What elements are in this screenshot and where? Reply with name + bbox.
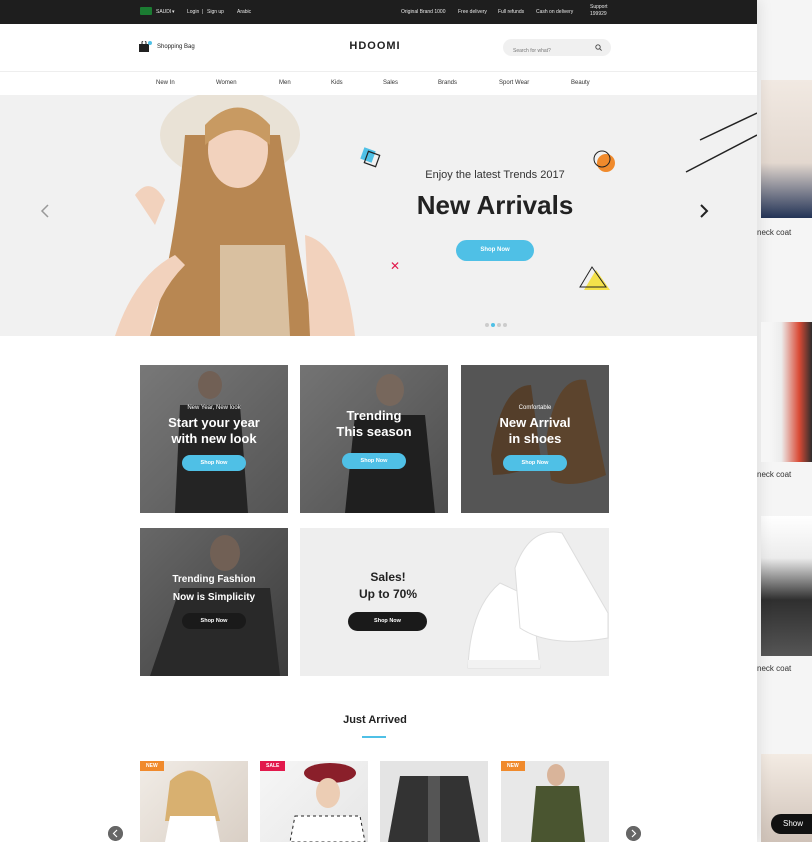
product-card[interactable]: NEW: [140, 761, 248, 842]
nav-item-sport-wear[interactable]: Sport Wear: [499, 80, 529, 86]
tile-heading-line2: with new look: [171, 431, 257, 446]
promo-tile-sales[interactable]: Sales! Up to 70% Shop Now: [300, 528, 609, 676]
chevron-right-icon[interactable]: [626, 826, 641, 841]
product-image: [761, 516, 812, 656]
search-icon[interactable]: [595, 44, 602, 51]
nav-item-new-in[interactable]: New In: [156, 80, 175, 86]
promo-tile-new-look[interactable]: New Year, New look Start your year with …: [140, 365, 288, 513]
tile-shop-now-button[interactable]: Shop Now: [182, 613, 246, 629]
product-image: [289, 763, 366, 842]
product-card[interactable]: [380, 761, 488, 842]
nav-item-sales[interactable]: Sales: [383, 80, 398, 86]
tile-heading-line2: This season: [336, 424, 412, 439]
sales-discount: Up to 70%: [358, 587, 417, 601]
svg-text:✕: ✕: [390, 259, 400, 273]
product-card[interactable]: SALE: [260, 761, 368, 842]
sales-shop-now-button[interactable]: Shop Now: [348, 612, 427, 631]
top-bar: SAUDI ▾ Login | Sign up Arabic Original …: [0, 0, 757, 24]
nav-item-brands[interactable]: Brands: [438, 80, 457, 86]
chevron-right-icon[interactable]: [697, 203, 711, 219]
tile-heading-line1: Trending Fashion: [172, 574, 256, 585]
logo[interactable]: HDOOMI: [340, 40, 410, 52]
free-delivery-text: Free delivery: [458, 9, 487, 15]
tile-heading-line1: Start your year: [168, 415, 260, 430]
sale-badge: SALE: [260, 761, 286, 771]
signup-link[interactable]: Sign up: [207, 9, 224, 15]
nav-item-men[interactable]: Men: [279, 80, 291, 86]
hero-shop-now-button[interactable]: Shop Now: [456, 240, 534, 261]
main-navigation: New In Women Men Kids Sales Brands Sport…: [0, 72, 757, 94]
country-selector[interactable]: SAUDI: [156, 9, 171, 15]
nav-item-kids[interactable]: Kids: [331, 80, 343, 86]
hero-banner: ✕ Enjoy the latest Trends 2017 New Arriv…: [0, 95, 757, 336]
hero-model-image: [55, 95, 375, 336]
slider-dots: [485, 314, 509, 332]
show-button[interactable]: Show: [771, 814, 812, 834]
promo-tile-trending-fashion[interactable]: Trending Fashion Now is Simplicity Shop …: [140, 528, 288, 676]
background-page-preview: neck coat neck coat neck coat Show: [757, 0, 812, 842]
nav-item-women[interactable]: Women: [216, 80, 237, 86]
tile-heading-line1: New Arrival: [499, 415, 571, 430]
full-refunds-text: Full refunds: [498, 9, 525, 15]
product-label: neck coat: [757, 228, 792, 237]
search-input[interactable]: [503, 42, 583, 60]
promo-tile-shoes[interactable]: Comfortable New Arrival in shoes Shop No…: [461, 365, 609, 513]
sales-heading: Sales!: [370, 570, 406, 584]
tile-shop-now-button[interactable]: Shop Now: [182, 455, 246, 471]
tile-heading-line2: in shoes: [508, 431, 562, 446]
tile-heading-line2: Now is Simplicity: [172, 592, 256, 603]
main-page: SAUDI ▾ Login | Sign up Arabic Original …: [0, 0, 757, 842]
support-number: 199929: [590, 11, 607, 17]
tile-small-text: Comfortable: [518, 405, 552, 411]
product-card[interactable]: NEW: [501, 761, 609, 842]
section-underline: [362, 736, 386, 738]
slider-dot[interactable]: [485, 323, 489, 327]
shopping-bag-icon[interactable]: [139, 41, 152, 52]
product-label: neck coat: [757, 664, 792, 673]
slider-dot-active[interactable]: [491, 323, 495, 327]
nav-item-beauty[interactable]: Beauty: [571, 80, 590, 86]
header: Shopping Bag HDOOMI: [0, 24, 757, 72]
product-image: [531, 764, 585, 842]
new-badge: NEW: [140, 761, 164, 771]
product-label: neck coat: [757, 470, 792, 479]
promo-tile-trending[interactable]: Trending This season Shop Now: [300, 365, 448, 513]
product-image: [165, 770, 220, 842]
slider-dot[interactable]: [503, 323, 507, 327]
shopping-bag-label[interactable]: Shopping Bag: [157, 44, 195, 50]
hero-subtitle: Enjoy the latest Trends 2017: [425, 169, 565, 181]
chevron-left-icon[interactable]: [38, 203, 52, 219]
saudi-flag-icon: [140, 7, 152, 15]
tile-shop-now-button[interactable]: Shop Now: [503, 455, 567, 471]
cash-on-delivery-text: Cash on delivery: [536, 9, 574, 15]
divider: |: [202, 9, 204, 15]
chevron-left-icon[interactable]: [108, 826, 123, 841]
tile-small-text: New Year, New look: [187, 405, 241, 411]
new-badge: NEW: [501, 761, 525, 771]
section-title: Just Arrived: [343, 714, 407, 726]
original-brand-text: Original Brand 1000: [401, 9, 446, 15]
tile-shop-now-button[interactable]: Shop Now: [342, 453, 406, 469]
product-image: [761, 80, 812, 218]
sneakers-image: [467, 531, 609, 669]
support-info: Support 199929: [590, 4, 608, 18]
product-image: [388, 776, 480, 842]
chevron-down-icon: ▾: [172, 9, 175, 15]
login-link[interactable]: Login: [187, 9, 199, 15]
language-link[interactable]: Arabic: [237, 9, 251, 15]
slider-dot[interactable]: [497, 323, 501, 327]
product-image: [761, 322, 812, 462]
tile-heading-line1: Trending: [346, 408, 402, 423]
search-bar: [503, 39, 611, 60]
support-label: Support: [590, 4, 608, 10]
hero-title: New Arrivals: [416, 190, 574, 220]
